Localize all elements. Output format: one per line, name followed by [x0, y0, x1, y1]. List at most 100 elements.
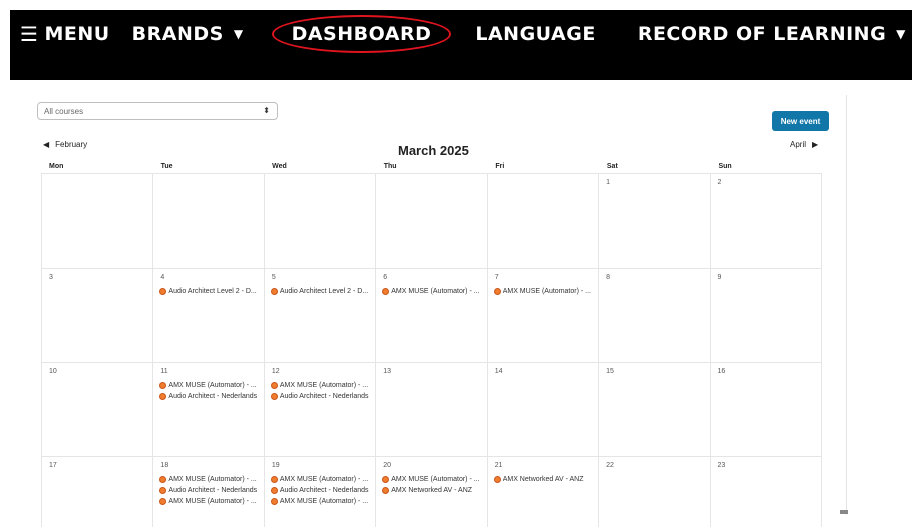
day-number[interactable]: 16 [717, 368, 818, 379]
calendar-day-cell[interactable]: 11 AMX MUSE (Automator) - ... Audio Archit… [153, 363, 265, 456]
calendar-event-link[interactable]: AMX MUSE (Automator) - ... [382, 287, 483, 296]
calendar-day-cell[interactable]: 13 [376, 363, 488, 456]
calendar-day-cell[interactable]: 23 [711, 457, 822, 527]
calendar-day-cell[interactable]: 14 [488, 363, 600, 456]
day-number[interactable]: 8 [605, 274, 706, 285]
calendar-event-link[interactable]: AMX MUSE (Automator) - ... [159, 381, 260, 390]
calendar-day-cell[interactable] [41, 174, 154, 268]
nav-record-label: RECORD OF LEARNING [637, 23, 887, 45]
nav-language-label: LANGUAGE [475, 23, 596, 45]
caret-down-icon: ▼ [233, 27, 244, 41]
calendar-day-cell[interactable]: 3 [41, 269, 154, 362]
course-event-icon [159, 393, 167, 400]
nav-brands[interactable]: BRANDS ▼ [132, 23, 244, 45]
calendar-day-cell[interactable]: 20 AMX MUSE (Automator) - ... AMX Networke… [376, 457, 488, 527]
day-number[interactable]: 10 [48, 368, 149, 379]
weekday-header: Sun [718, 163, 732, 170]
day-number[interactable]: 13 [382, 368, 483, 379]
calendar-event-link[interactable]: Audio Architect - Nederlands [159, 392, 260, 401]
day-number[interactable]: 6 [382, 274, 483, 285]
calendar-day-cell[interactable] [488, 174, 600, 268]
calendar-day-cell[interactable]: 6 AMX MUSE (Automator) - ... [376, 269, 488, 362]
day-number[interactable] [494, 179, 595, 190]
calendar-day-cell[interactable]: 4 Audio Architect Level 2 - D... [153, 269, 265, 362]
calendar-day-cell[interactable]: 7 AMX MUSE (Automator) - ... [488, 269, 600, 362]
calendar-event-link[interactable]: AMX Networked AV - ANZ [493, 475, 595, 484]
calendar-day-cell[interactable]: 15 [599, 363, 711, 456]
calendar-day-cell[interactable]: 22 [599, 457, 711, 527]
calendar-day-cell[interactable]: 21 AMX Networked AV - ANZ [488, 457, 600, 527]
day-number[interactable]: 15 [605, 368, 706, 379]
day-number[interactable] [48, 179, 149, 190]
calendar-week-row: 17 18 AMX MUSE (Automator) - ... Audio Arch… [41, 456, 822, 527]
month-calendar: Mon Tue Wed Thu Fri Sat Sun 1 2 3 4 Audio Architec… [41, 163, 822, 527]
calendar-day-cell[interactable]: 8 [599, 269, 711, 362]
menu-button[interactable]: ☰ MENU [20, 22, 110, 46]
day-number[interactable]: 22 [605, 462, 706, 473]
calendar-event-link[interactable]: Audio Architect Level 2 - D... [159, 287, 260, 296]
scrollbar-handle[interactable] [840, 510, 848, 514]
day-number[interactable] [271, 179, 372, 190]
day-number[interactable]: 14 [494, 368, 595, 379]
calendar-day-cell[interactable]: 2 [711, 174, 822, 268]
event-title: AMX MUSE (Automator) - ... [279, 476, 369, 483]
calendar-event-link[interactable]: AMX MUSE (Automator) - ... [270, 475, 372, 484]
calendar-day-cell[interactable]: 16 [711, 363, 822, 456]
day-number[interactable] [382, 179, 483, 190]
calendar-day-cell[interactable]: 19 AMX MUSE (Automator) - ... Audio Archit… [265, 457, 377, 527]
nav-record-of-learning[interactable]: RECORD OF LEARNING ▼ [638, 23, 906, 45]
event-title: Audio Architect - Nederlands [279, 393, 369, 400]
calendar-day-cell[interactable]: 1 [599, 174, 711, 268]
calendar-event-link[interactable]: Audio Architect - Nederlands [270, 392, 372, 401]
calendar-day-cell[interactable] [153, 174, 265, 268]
day-number[interactable]: 5 [271, 274, 372, 285]
day-number[interactable]: 7 [494, 274, 595, 285]
calendar-event-link[interactable]: AMX Networked AV - ANZ [382, 486, 483, 495]
day-number[interactable]: 18 [159, 462, 260, 473]
day-number[interactable]: 9 [717, 274, 818, 285]
calendar-day-cell[interactable]: 18 AMX MUSE (Automator) - ... Audio Archit… [153, 457, 265, 527]
calendar-day-cell[interactable]: 9 [711, 269, 822, 362]
calendar-event-link[interactable]: AMX MUSE (Automator) - ... [159, 475, 260, 484]
arrow-right-icon: ▶ [812, 140, 819, 149]
next-month-link[interactable]: April ▶ [790, 140, 818, 149]
day-number[interactable]: 23 [717, 462, 818, 473]
previous-month-link[interactable]: ◀ February [43, 140, 87, 149]
calendar-event-link[interactable]: Audio Architect - Nederlands [159, 486, 260, 495]
calendar-event-link[interactable]: Audio Architect - Nederlands [270, 486, 372, 495]
calendar-day-cell[interactable]: 10 [41, 363, 154, 456]
course-event-icon [270, 382, 278, 389]
weekday-header: Tue [160, 163, 173, 170]
course-filter-select[interactable]: All courses ⬍ [37, 102, 278, 120]
calendar-day-cell[interactable]: 5 Audio Architect Level 2 - D... [265, 269, 377, 362]
day-number[interactable]: 19 [271, 462, 372, 473]
day-number[interactable]: 2 [717, 179, 818, 190]
new-event-button[interactable]: New event [772, 111, 829, 131]
nav-dashboard[interactable]: DASHBOARD [271, 15, 452, 53]
calendar-week-row: 10 11 AMX MUSE (Automator) - ... Audio Arch… [41, 362, 822, 456]
calendar-day-cell[interactable] [265, 174, 377, 268]
nav-language[interactable]: LANGUAGE [475, 23, 595, 45]
day-number[interactable]: 3 [48, 274, 149, 285]
day-number[interactable]: 17 [48, 462, 149, 473]
day-number[interactable]: 1 [605, 179, 706, 190]
calendar-event-link[interactable]: AMX MUSE (Automator) - ... [270, 381, 372, 390]
day-number[interactable]: 20 [382, 462, 483, 473]
calendar-day-cell[interactable]: 12 AMX MUSE (Automator) - ... Audio Archit… [265, 363, 377, 456]
course-event-icon [159, 476, 167, 483]
calendar-day-cell[interactable]: 17 [41, 457, 154, 527]
calendar-day-cell[interactable] [376, 174, 488, 268]
caret-down-icon: ▼ [896, 27, 906, 41]
calendar-event-link[interactable]: AMX MUSE (Automator) - ... [382, 475, 483, 484]
day-number[interactable] [159, 179, 260, 190]
calendar-event-link[interactable]: AMX MUSE (Automator) - ... [159, 497, 260, 506]
calendar-event-link[interactable]: AMX MUSE (Automator) - ... [270, 497, 372, 506]
day-number[interactable]: 4 [159, 274, 260, 285]
calendar-event-link[interactable]: AMX MUSE (Automator) - ... [493, 287, 595, 296]
day-number[interactable]: 12 [271, 368, 372, 379]
event-title: AMX MUSE (Automator) - ... [279, 382, 369, 389]
day-number[interactable]: 21 [494, 462, 595, 473]
day-number[interactable]: 11 [159, 368, 260, 379]
calendar-body: 1 2 3 4 Audio Architect Level 2 - D... 5 Audio… [41, 173, 822, 527]
calendar-event-link[interactable]: Audio Architect Level 2 - D... [270, 287, 372, 296]
